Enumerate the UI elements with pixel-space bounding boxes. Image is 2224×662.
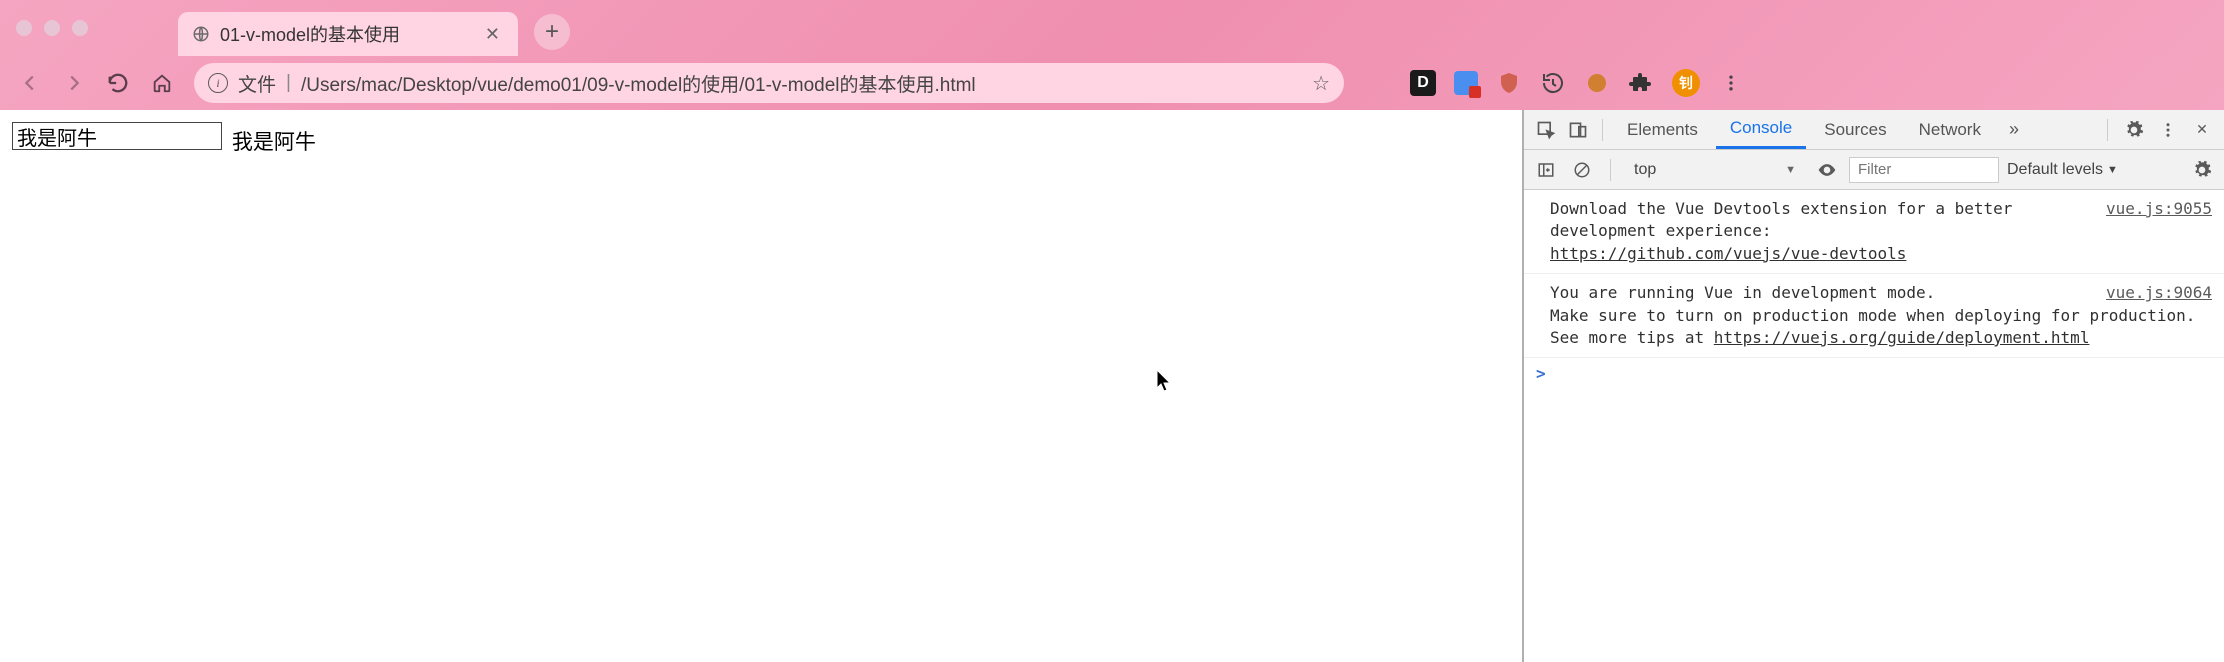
console-log-entry: vue.js:9064 You are running Vue in devel… [1524,274,2224,358]
console-output: vue.js:9055 Download the Vue Devtools ex… [1524,190,2224,662]
history-icon[interactable] [1540,70,1566,96]
page-content: 我是阿牛 [0,110,1524,662]
console-prompt[interactable]: > [1524,358,2224,389]
vmodel-output: 我是阿牛 [232,131,316,154]
home-button[interactable] [144,65,180,101]
log-levels-selector[interactable]: Default levels ▼ [2007,161,2118,179]
divider [2107,119,2108,141]
devtools-close-icon[interactable]: ✕ [2188,116,2216,144]
tab-elements[interactable]: Elements [1613,110,1712,149]
levels-label: Default levels [2007,161,2103,179]
log-source-link[interactable]: vue.js:9064 [2106,282,2212,304]
tab-strip: 01-v-model的基本使用 ✕ + [0,0,2224,56]
console-filter-input[interactable] [1849,157,1999,183]
clear-console-icon[interactable] [1568,156,1596,184]
extensions-puzzle-icon[interactable] [1628,70,1654,96]
devtools-panel: Elements Console Sources Network » ✕ [1524,110,2224,662]
maximize-window-button[interactable] [72,20,88,36]
url-separator: | [286,72,291,94]
devtools-menu-icon[interactable] [2154,116,2182,144]
console-log-entry: vue.js:9055 Download the Vue Devtools ex… [1524,190,2224,274]
divider [1602,119,1603,141]
browser-tab[interactable]: 01-v-model的基本使用 ✕ [178,12,518,56]
console-toolbar: top ▼ Default levels ▼ [1524,150,2224,190]
bookmark-star-icon[interactable]: ☆ [1312,71,1330,96]
console-sidebar-toggle-icon[interactable] [1532,156,1560,184]
prompt-symbol: > [1536,364,1546,383]
inspect-element-icon[interactable] [1532,116,1560,144]
back-button[interactable] [12,65,48,101]
vmodel-input[interactable] [12,122,222,150]
globe-icon [192,25,210,43]
site-info-icon[interactable]: i [208,73,228,93]
devtools-tab-bar: Elements Console Sources Network » ✕ [1524,110,2224,150]
close-window-button[interactable] [16,20,32,36]
log-link[interactable]: https://vuejs.org/guide/deployment.html [1714,328,2090,347]
browser-toolbar: i 文件 | /Users/mac/Desktop/vue/demo01/09-… [0,56,2224,110]
close-tab-button[interactable]: ✕ [481,24,504,45]
more-tabs-icon[interactable]: » [1999,119,2029,140]
live-expression-icon[interactable] [1813,156,1841,184]
profile-avatar[interactable]: 钊 [1672,69,1700,97]
shield-icon[interactable] [1496,70,1522,96]
log-text: Download the Vue Devtools extension for … [1550,199,2012,240]
context-label: top [1634,161,1656,179]
tab-console[interactable]: Console [1716,110,1806,149]
minimize-window-button[interactable] [44,20,60,36]
translate-extension-icon[interactable] [1454,71,1478,95]
qr-code-icon[interactable] [1370,72,1392,94]
reload-button[interactable] [100,65,136,101]
tab-sources[interactable]: Sources [1810,110,1900,149]
browser-menu-icon[interactable] [1718,70,1744,96]
execution-context-selector[interactable]: top ▼ [1625,158,1805,182]
url-scheme-label: 文件 [238,70,276,97]
log-link[interactable]: https://github.com/vuejs/vue-devtools [1550,244,1906,263]
tab-title: 01-v-model的基本使用 [220,21,471,47]
tab-network[interactable]: Network [1905,110,1995,149]
dropdown-icon: ▼ [1785,164,1796,176]
address-bar[interactable]: i 文件 | /Users/mac/Desktop/vue/demo01/09-… [194,63,1344,103]
log-text: Make sure to turn on production mode whe… [1550,306,2195,325]
console-settings-icon[interactable] [2188,156,2216,184]
extension-icons: D 钊 [1370,69,1744,97]
devtools-settings-icon[interactable] [2120,116,2148,144]
new-tab-button[interactable]: + [534,14,570,50]
extension-d-icon[interactable]: D [1410,70,1436,96]
url-path: /Users/mac/Desktop/vue/demo01/09-v-model… [301,70,1302,97]
log-source-link[interactable]: vue.js:9055 [2106,198,2212,220]
forward-button[interactable] [56,65,92,101]
device-toggle-icon[interactable] [1564,116,1592,144]
log-text: You are running Vue in development mode. [1550,283,1935,302]
window-controls [16,20,178,36]
divider [1610,159,1611,181]
dropdown-icon: ▼ [2107,164,2118,176]
log-text: See more tips at [1550,328,1714,347]
extension-icon[interactable] [1584,70,1610,96]
